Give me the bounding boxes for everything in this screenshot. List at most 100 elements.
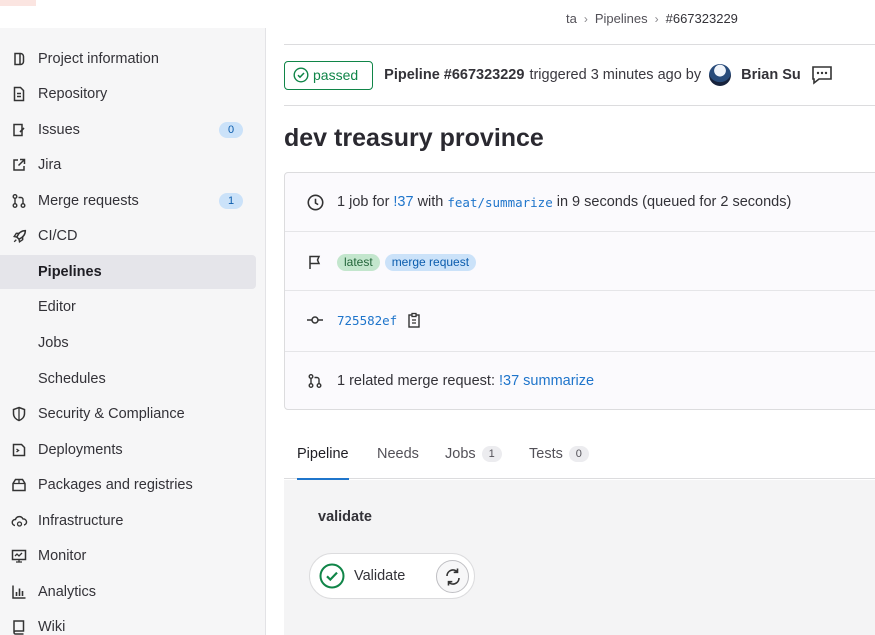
job-summary-row: 1 job for !37 with feat/summarize in 9 s… — [285, 191, 875, 213]
sidebar-item-label: Wiki — [38, 619, 66, 635]
sidebar-item-infrastructure[interactable]: Infrastructure — [0, 504, 266, 538]
rocket-icon — [10, 227, 28, 245]
divider — [285, 351, 875, 352]
tab-needs[interactable]: Needs — [377, 428, 419, 479]
success-icon — [319, 563, 345, 592]
duration-text: in 9 seconds (queued for 2 seconds) — [556, 194, 792, 210]
tab-label: Pipeline — [297, 445, 349, 462]
sidebar-item-project-information[interactable]: Project information — [0, 42, 266, 76]
breadcrumb-current: #667323229 — [665, 11, 738, 26]
sidebar-item-editor[interactable]: Editor — [0, 290, 266, 324]
chart-icon — [10, 583, 28, 601]
sidebar-item-label: Security & Compliance — [38, 406, 185, 422]
status-badge[interactable]: passed — [284, 60, 374, 90]
breadcrumb-pipelines[interactable]: Pipelines — [595, 11, 648, 26]
merge-request-icon — [10, 192, 28, 210]
sidebar-item-issues[interactable]: Issues 0 — [0, 113, 266, 147]
sidebar-item-label: Jira — [38, 157, 62, 173]
tags-row: latest merge request — [285, 251, 875, 273]
commit-row: 725582ef — [285, 309, 875, 331]
job-card[interactable]: Validate — [309, 553, 475, 599]
chevron-right-icon: › — [583, 11, 588, 26]
related-mr-link[interactable]: !37 summarize — [499, 373, 594, 389]
sidebar-item-pipelines[interactable]: Pipelines — [0, 255, 256, 289]
monitor-icon — [10, 547, 28, 565]
divider — [284, 105, 875, 106]
page-title: dev treasury province — [284, 124, 544, 152]
sidebar-item-repository[interactable]: Repository — [0, 77, 266, 111]
merge-request-badge: merge request — [384, 253, 477, 271]
sidebar-item-cicd[interactable]: CI/CD — [0, 219, 266, 253]
tab-label: Needs — [377, 445, 419, 462]
book-icon — [10, 618, 28, 635]
merge-request-icon — [306, 372, 324, 390]
retry-icon[interactable] — [436, 560, 469, 593]
clock-icon — [306, 193, 324, 211]
pipeline-header: passed Pipeline #667323229 triggered 3 m… — [284, 60, 833, 90]
sidebar-item-deployments[interactable]: Deployments — [0, 433, 266, 467]
sidebar-item-label: Packages and registries — [38, 477, 193, 493]
sidebar-item-label: Issues — [38, 122, 80, 138]
sidebar-item-packages-registries[interactable]: Packages and registries — [0, 468, 266, 502]
tab-pipeline[interactable]: Pipeline — [297, 428, 349, 480]
tab-label: Tests — [529, 445, 563, 462]
sidebar-header — [0, 0, 266, 28]
sidebar-item-jobs[interactable]: Jobs — [0, 326, 266, 360]
sidebar-item-label: Editor — [38, 299, 76, 315]
divider — [284, 44, 875, 45]
repository-icon — [10, 85, 28, 103]
commit-sha-link[interactable]: 725582ef — [337, 313, 397, 328]
pipeline-tabs: Pipeline Needs Jobs 1 Tests 0 — [284, 428, 875, 480]
with-text: with — [417, 194, 444, 210]
sidebar-item-label: Schedules — [38, 371, 106, 387]
flag-icon — [306, 253, 324, 271]
external-link-icon — [10, 156, 28, 174]
sidebar-item-label: Jobs — [38, 335, 69, 351]
issues-icon — [10, 121, 28, 139]
job-name: Validate — [354, 568, 406, 584]
divider — [285, 290, 875, 291]
divider — [285, 231, 875, 232]
shield-icon — [10, 405, 28, 423]
chevron-right-icon: › — [654, 11, 659, 26]
merge-request-link[interactable]: !37 — [393, 194, 413, 210]
jobs-count-badge: 1 — [481, 445, 502, 462]
sidebar-item-jira[interactable]: Jira — [0, 148, 266, 182]
job-count-text: 1 job for — [337, 194, 390, 210]
branch-link[interactable]: feat/summarize — [447, 195, 552, 210]
sidebar-item-label: Repository — [38, 86, 108, 102]
breadcrumb-project[interactable]: ta — [566, 11, 577, 26]
avatar[interactable] — [709, 64, 732, 86]
user-name-link[interactable]: Brian Su — [741, 67, 801, 83]
stage-title: validate — [318, 509, 372, 525]
commit-icon — [306, 311, 324, 329]
sidebar-item-label: Infrastructure — [38, 513, 124, 529]
sidebar-item-security-compliance[interactable]: Security & Compliance — [0, 397, 266, 431]
sidebar-item-wiki[interactable]: Wiki — [0, 610, 266, 635]
package-icon — [10, 476, 28, 494]
project-avatar[interactable] — [0, 0, 36, 6]
pipeline-summary: Pipeline #667323229 triggered 3 minutes … — [384, 64, 833, 86]
pipeline-info-box: 1 job for !37 with feat/summarize in 9 s… — [284, 172, 875, 410]
comment-icon[interactable] — [811, 65, 833, 85]
sidebar-item-label: Analytics — [38, 584, 97, 600]
breadcrumb: ta › Pipelines › #667323229 — [566, 11, 738, 26]
sidebar: Project information Repository Issues 0 … — [0, 0, 266, 635]
issues-count-badge: 0 — [219, 122, 243, 138]
tests-count-badge: 0 — [568, 445, 589, 462]
sidebar-item-monitor[interactable]: Monitor — [0, 539, 266, 573]
related-mr-text: 1 related merge request: — [337, 373, 495, 389]
status-text: passed — [313, 67, 359, 83]
sidebar-item-analytics[interactable]: Analytics — [0, 575, 266, 609]
project-icon — [10, 50, 28, 68]
main-content: ta › Pipelines › #667323229 passed Pipel… — [284, 0, 875, 635]
triggered-text: triggered 3 minutes ago by — [529, 67, 702, 83]
pipeline-id: Pipeline #667323229 — [384, 67, 525, 83]
copy-icon[interactable] — [407, 312, 422, 328]
sidebar-item-merge-requests[interactable]: Merge requests 1 — [0, 184, 266, 218]
tab-tests[interactable]: Tests 0 — [529, 428, 589, 479]
tab-jobs[interactable]: Jobs 1 — [445, 428, 502, 479]
check-circle-icon — [293, 67, 309, 83]
sidebar-item-schedules[interactable]: Schedules — [0, 362, 266, 396]
pipeline-graph: validate Validate — [284, 480, 875, 635]
